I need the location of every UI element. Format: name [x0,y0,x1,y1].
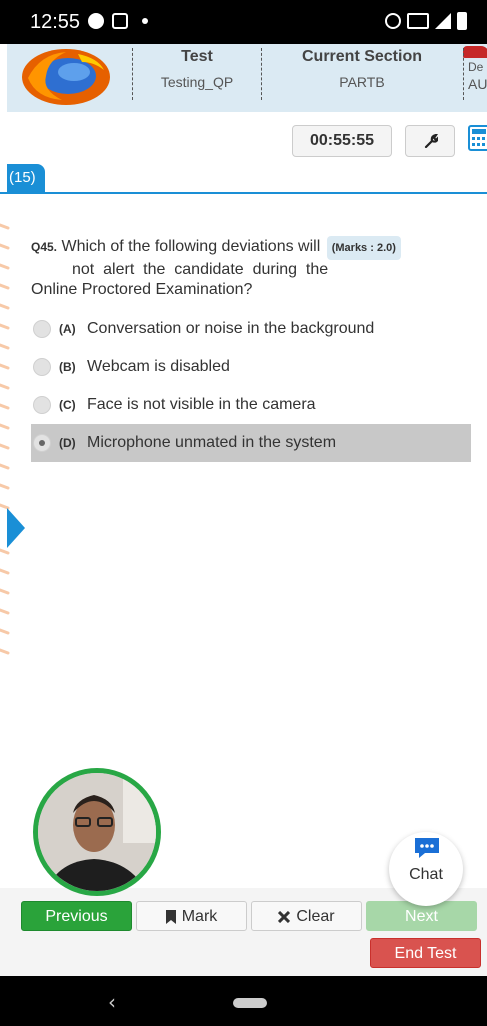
truncated-header-column: De AU [463,48,487,100]
app-notification-icon [112,13,128,29]
alarm-icon [385,13,401,29]
firefox-logo [22,49,110,105]
question-count-tab[interactable]: (15) [7,164,45,192]
tools-button[interactable] [405,125,455,157]
marks-badge: (Marks : 2.0) [326,236,401,260]
webcam-person-image [38,773,156,891]
section-title: Current Section [301,48,422,65]
bookmark-icon [165,909,176,924]
option-d[interactable]: (D) Microphone unmated in the system [31,424,471,462]
status-time: 12:55 [30,11,81,33]
test-title: Test [181,48,213,65]
exam-screen: 12:55 Test Testing_QP Current Section PA… [0,0,487,1026]
extra-sub: AU [468,76,487,92]
clear-label: Clear [296,908,335,925]
cast-icon [407,13,429,29]
option-text: Webcam is disabled [87,358,230,375]
question-line-1: Q45. Which of the following deviations w… [31,236,471,260]
current-section-info: Current Section PARTB [262,48,462,100]
question-text-1: Which of the following deviations will [61,238,321,255]
chat-button[interactable]: Chat [389,832,463,906]
section-tab-bar: (15) [0,164,487,194]
chrome-icon [88,13,104,29]
chat-bubble-icon [415,838,439,858]
calculator-icon[interactable] [468,125,487,151]
test-name: Testing_QP [160,74,234,90]
radio-a[interactable] [33,320,51,338]
notification-dot-icon [142,18,148,24]
option-letter: (C) [59,398,76,412]
clear-x-icon [278,910,291,923]
option-a[interactable]: (A) Conversation or noise in the backgro… [31,310,471,348]
timer-display: 00:55:55 [292,125,392,157]
radio-b[interactable] [33,358,51,376]
radio-c[interactable] [33,396,51,414]
status-icons-left [88,13,148,29]
question-palette-toggle-arrow[interactable] [7,508,25,548]
option-letter: (B) [59,360,76,374]
webcam-preview [33,768,161,896]
android-navigation-bar: ‹ [0,976,487,1026]
option-text: Microphone unmated in the system [87,434,337,451]
status-icons-right [385,12,467,30]
option-text: Conversation or noise in the background [87,320,375,337]
previous-button[interactable]: Previous [21,901,132,931]
chat-label: Chat [409,866,443,883]
wrench-icon [424,134,438,148]
decorative-border [0,223,10,655]
exam-header: Test Testing_QP Current Section PARTB De… [7,44,487,112]
end-test-button[interactable]: End Test [370,938,481,968]
option-c[interactable]: (C) Face is not visible in the camera [31,386,471,424]
mark-label: Mark [181,908,218,925]
radio-selected-dot [39,440,45,446]
section-name: PARTB [339,74,385,90]
signal-icon [435,13,451,29]
exam-toolbar: 00:55:55 [0,125,487,159]
question-text-3: Online Proctored Examination? [31,281,253,298]
answer-options: (A) Conversation or noise in the backgro… [31,310,471,462]
clear-button[interactable]: Clear [251,901,362,931]
radio-d-selected[interactable] [33,434,51,452]
option-letter: (A) [59,322,76,336]
option-letter: (D) [59,436,76,450]
question-text-2: not alert the candidate during the [72,261,329,278]
mark-button[interactable]: Mark [136,901,247,931]
home-pill-icon[interactable] [233,998,267,1008]
extra-title: De [468,60,484,74]
status-bar: 12:55 [0,0,487,44]
question-number: Q45. [31,240,58,254]
option-text: Face is not visible in the camera [87,396,316,413]
question-block: Q45. Which of the following deviations w… [31,236,471,300]
option-b[interactable]: (B) Webcam is disabled [31,348,471,386]
back-icon[interactable]: ‹ [108,990,116,1014]
test-info: Test Testing_QP [132,48,262,100]
battery-icon [457,12,467,30]
